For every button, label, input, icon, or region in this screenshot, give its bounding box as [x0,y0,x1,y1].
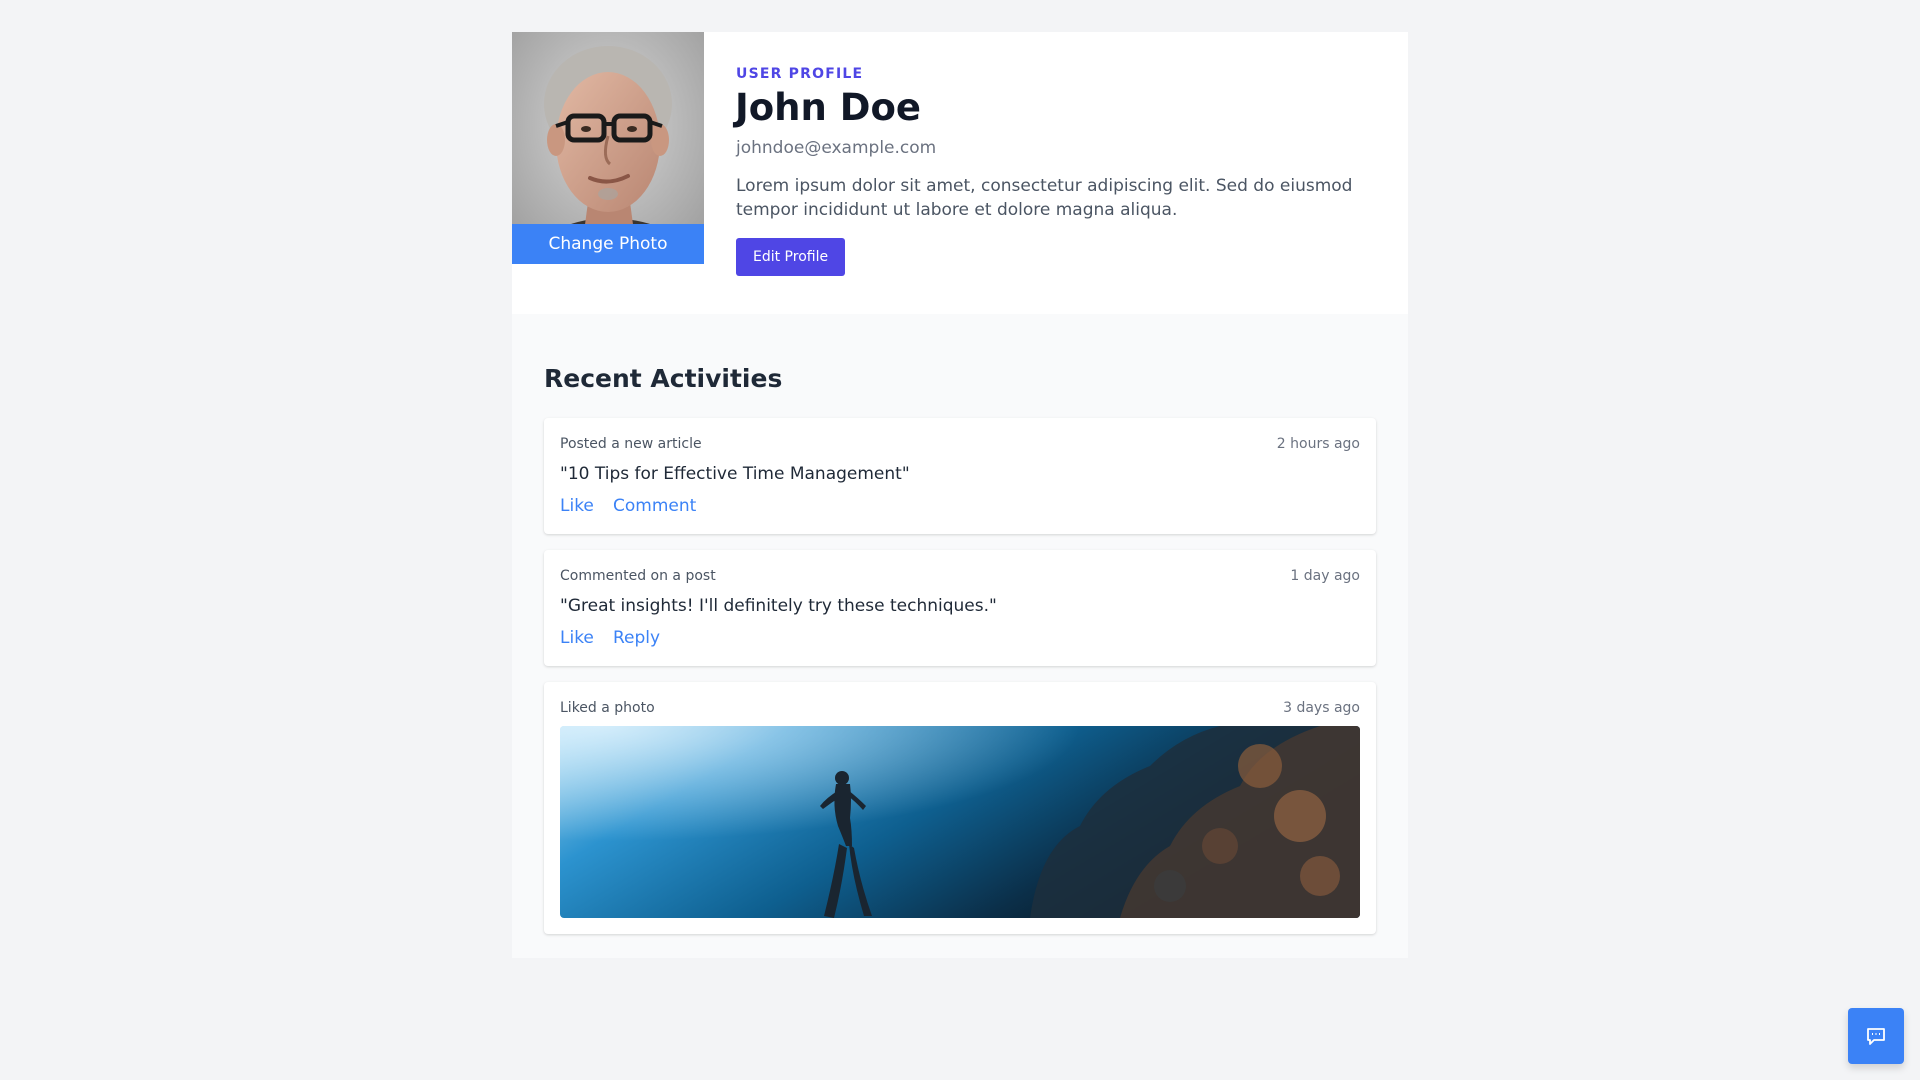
recent-activities: Recent Activities Posted a new article 2… [512,314,1408,958]
activity-type: Commented on a post [560,568,716,584]
profile-header: Change Photo USER PROFILE John Doe johnd… [512,32,1408,314]
activity-header: Commented on a post 1 day ago [560,566,1360,586]
avatar: Change Photo [512,32,704,264]
like-link[interactable]: Like [560,494,594,518]
activity-type: Posted a new article [560,436,702,452]
activity-content: "10 Tips for Effective Time Management" [560,464,910,484]
activity-item: Commented on a post 1 day ago "Great ins… [544,550,1376,666]
activity-actions: Like Comment [560,494,710,518]
activity-type: Liked a photo [560,700,655,716]
change-photo-button[interactable]: Change Photo [512,224,704,264]
activity-time: 2 hours ago [1276,436,1360,452]
activity-item: Posted a new article 2 hours ago "10 Tip… [544,418,1376,534]
activity-time: 3 days ago [1283,700,1360,716]
chat-bubble-icon [1867,1028,1885,1045]
reply-link[interactable]: Reply [613,626,660,650]
profile-email: johndoe@example.com [736,138,937,158]
like-link[interactable]: Like [560,626,594,650]
activities-title: Recent Activities [544,364,783,393]
profile-card: Change Photo USER PROFILE John Doe johnd… [512,32,1408,958]
activity-content: "Great insights! I'll definitely try the… [560,596,997,616]
profile-eyebrow: USER PROFILE [736,66,864,82]
activity-actions: Like Reply [560,626,674,650]
comment-link[interactable]: Comment [613,494,696,518]
chat-button[interactable] [1848,1008,1904,1064]
activity-header: Posted a new article 2 hours ago [560,434,1360,454]
profile-info: USER PROFILE John Doe johndoe@example.co… [735,64,1376,276]
edit-profile-button[interactable]: Edit Profile [736,238,846,276]
liked-photo[interactable] [560,726,1360,918]
profile-bio: Lorem ipsum dolor sit amet, consectetur … [736,176,1353,220]
activity-item: Liked a photo 3 days ago [544,682,1376,934]
profile-name: John Doe [735,86,921,129]
activity-header: Liked a photo 3 days ago [560,698,1360,718]
underwater-photo [560,726,1360,918]
activity-time: 1 day ago [1290,568,1360,584]
